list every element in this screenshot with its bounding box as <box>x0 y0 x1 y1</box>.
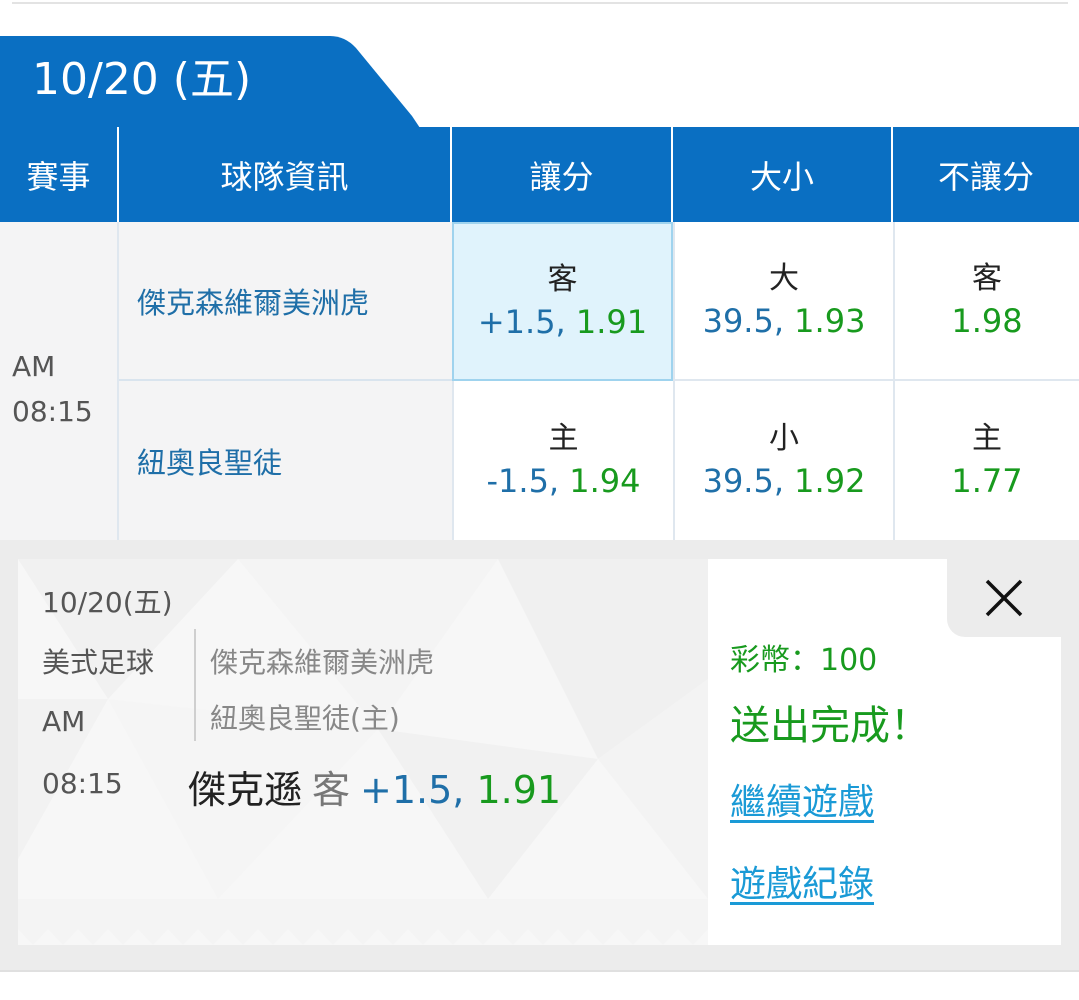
slip-sport: 美式足球 <box>42 646 155 679</box>
slip-time: 08:15 <box>42 767 123 800</box>
slip-pick-side: 客 <box>312 768 351 812</box>
header-moneyline: 不讓分 <box>937 157 1034 196</box>
header-event: 賽事 <box>0 127 119 222</box>
odds-total-over[interactable]: 大 39.5, 1.93 <box>673 222 893 381</box>
team-home: 紐奧良聖徒 <box>119 381 452 540</box>
header-team-info: 球隊資訊 <box>119 127 452 222</box>
date-label: 10/20 (五) <box>32 54 252 105</box>
close-icon <box>985 579 1023 617</box>
continue-game-link[interactable]: 繼續遊戲 <box>730 773 874 825</box>
ticket-zigzag-edge <box>18 899 708 945</box>
bottom-panel <box>0 970 1079 1000</box>
top-divider <box>12 0 1068 4</box>
slip-date: 10/20(五) <box>42 586 173 619</box>
coin-balance: 彩幣：100 <box>730 643 878 678</box>
match-time-cell: AM 08:15 <box>0 222 119 540</box>
bet-ticket: 10/20(五) 美式足球 AM 08:15 傑克森維爾美洲虎 紐奧良聖徒(主)… <box>18 559 708 945</box>
slip-pick-handicap: +1.5, <box>360 768 465 812</box>
slip-pick: 傑克遜 客 +1.5, 1.91 <box>188 759 561 814</box>
odds-moneyline-away[interactable]: 客 1.98 <box>893 222 1079 381</box>
match-time: 08:15 <box>12 395 93 428</box>
odds-total-under[interactable]: 小 39.5, 1.92 <box>673 381 893 540</box>
bet-slip: 10/20(五) 美式足球 AM 08:15 傑克森維爾美洲虎 紐奧良聖徒(主)… <box>18 559 1061 945</box>
odds-spread-home[interactable]: 主 -1.5, 1.94 <box>452 381 673 540</box>
slip-team-away: 傑克森維爾美洲虎 <box>210 646 435 679</box>
slip-time-ampm: AM <box>42 705 86 738</box>
submit-status: 送出完成！ <box>730 703 930 749</box>
match-table: AM 08:15 傑克森維爾美洲虎 紐奧良聖徒 客 +1.5, 1.91 大 3… <box>0 222 1079 540</box>
team-away: 傑克森維爾美洲虎 <box>119 222 452 381</box>
odds-moneyline-home[interactable]: 主 1.77 <box>893 381 1079 540</box>
slip-team-home: 紐奧良聖徒(主) <box>210 702 400 735</box>
slip-divider <box>194 629 196 741</box>
match-time-ampm: AM <box>12 350 56 383</box>
close-button[interactable] <box>947 559 1061 637</box>
odds-spread-away[interactable]: 客 +1.5, 1.91 <box>452 222 673 381</box>
slip-pick-odds: 1.91 <box>476 768 562 812</box>
header-spread: 讓分 <box>452 127 673 222</box>
slip-pick-team: 傑克遜 <box>188 768 303 812</box>
game-history-link[interactable]: 遊戲紀錄 <box>730 855 874 907</box>
header-total: 大小 <box>673 127 893 222</box>
table-header: 賽事 球隊資訊 讓分 大小 不讓分 <box>0 127 1079 222</box>
